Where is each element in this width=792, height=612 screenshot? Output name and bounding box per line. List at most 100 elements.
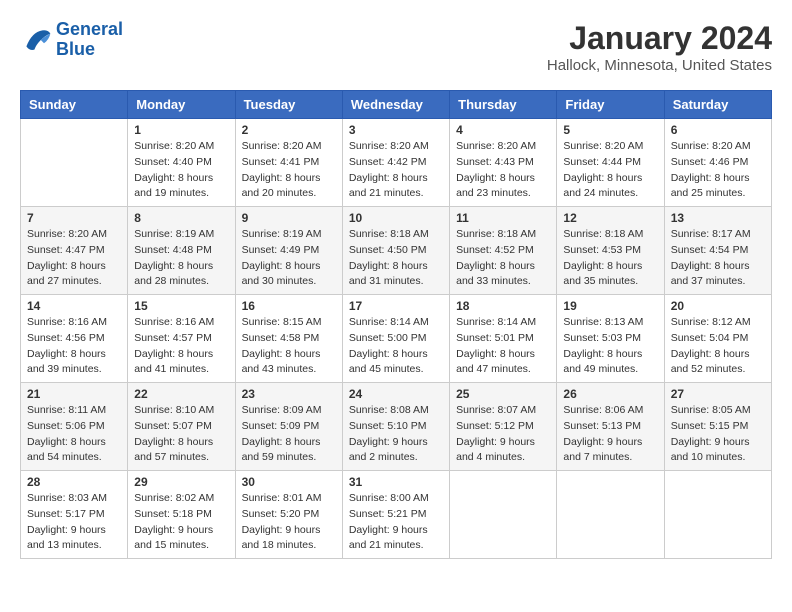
day-number: 9 xyxy=(242,211,336,225)
weekday-header-wednesday: Wednesday xyxy=(342,91,449,119)
calendar-cell: 11 Sunrise: 8:18 AMSunset: 4:52 PMDayligh… xyxy=(450,207,557,295)
day-number: 4 xyxy=(456,123,550,137)
weekday-header-monday: Monday xyxy=(128,91,235,119)
day-number: 26 xyxy=(563,387,657,401)
calendar-cell xyxy=(450,471,557,559)
calendar-cell: 14 Sunrise: 8:16 AMSunset: 4:56 PMDayligh… xyxy=(21,295,128,383)
day-number: 6 xyxy=(671,123,765,137)
weekday-header-sunday: Sunday xyxy=(21,91,128,119)
day-number: 25 xyxy=(456,387,550,401)
day-info: Sunrise: 8:02 AMSunset: 5:18 PMDaylight:… xyxy=(134,491,228,554)
calendar-cell: 12Sunrise: 8:18 AMSunset: 4:53 PMDayligh… xyxy=(557,207,664,295)
logo-icon xyxy=(20,24,52,56)
calendar-cell: 1Sunrise: 8:20 AMSunset: 4:40 PMDaylight… xyxy=(128,119,235,207)
day-info: Sunrise: 8:19 AMSunset: 4:49 PMDaylight:… xyxy=(242,227,336,290)
calendar-cell: 8 Sunrise: 8:19 AMSunset: 4:48 PMDaylight… xyxy=(128,207,235,295)
day-number: 30 xyxy=(242,475,336,489)
day-info: Sunrise: 8:15 AMSunset: 4:58 PMDaylight:… xyxy=(242,315,336,378)
day-number: 10 xyxy=(349,211,443,225)
calendar-cell: 16 Sunrise: 8:15 AMSunset: 4:58 PMDayligh… xyxy=(235,295,342,383)
calendar-cell: 5 Sunrise: 8:20 AMSunset: 4:44 PMDaylight… xyxy=(557,119,664,207)
calendar-table: SundayMondayTuesdayWednesdayThursdayFrid… xyxy=(20,90,772,559)
calendar-cell: 17 Sunrise: 8:14 AMSunset: 5:00 PMDayligh… xyxy=(342,295,449,383)
calendar-cell: 2 Sunrise: 8:20 AMSunset: 4:41 PMDaylight… xyxy=(235,119,342,207)
day-number: 22 xyxy=(134,387,228,401)
day-info: Sunrise: 8:16 AMSunset: 4:57 PMDaylight:… xyxy=(134,315,228,378)
calendar-cell: 22 Sunrise: 8:10 AMSunset: 5:07 PMDayligh… xyxy=(128,383,235,471)
calendar-cell: 3Sunrise: 8:20 AMSunset: 4:42 PMDaylight… xyxy=(342,119,449,207)
month-title: January 2024 xyxy=(547,20,772,57)
weekday-header-friday: Friday xyxy=(557,91,664,119)
calendar-cell: 28Sunrise: 8:03 AMSunset: 5:17 PMDayligh… xyxy=(21,471,128,559)
day-info: Sunrise: 8:09 AMSunset: 5:09 PMDaylight:… xyxy=(242,403,336,466)
day-info: Sunrise: 8:18 AMSunset: 4:53 PMDaylight:… xyxy=(563,227,657,290)
day-number: 3 xyxy=(349,123,443,137)
calendar-cell: 15 Sunrise: 8:16 AMSunset: 4:57 PMDayligh… xyxy=(128,295,235,383)
day-info: Sunrise: 8:20 AMSunset: 4:44 PMDaylight:… xyxy=(563,139,657,202)
weekday-header-saturday: Saturday xyxy=(664,91,771,119)
day-number: 15 xyxy=(134,299,228,313)
day-number: 20 xyxy=(671,299,765,313)
day-info: Sunrise: 8:18 AMSunset: 4:50 PMDaylight:… xyxy=(349,227,443,290)
day-info: Sunrise: 8:14 AMSunset: 5:01 PMDaylight:… xyxy=(456,315,550,378)
day-number: 17 xyxy=(349,299,443,313)
location-title: Hallock, Minnesota, United States xyxy=(547,57,772,74)
calendar-cell: 4 Sunrise: 8:20 AMSunset: 4:43 PMDaylight… xyxy=(450,119,557,207)
day-info: Sunrise: 8:20 AMSunset: 4:40 PMDaylight:… xyxy=(134,139,228,202)
calendar-cell: 25 Sunrise: 8:07 AMSunset: 5:12 PMDayligh… xyxy=(450,383,557,471)
calendar-cell: 6Sunrise: 8:20 AMSunset: 4:46 PMDaylight… xyxy=(664,119,771,207)
day-info: Sunrise: 8:14 AMSunset: 5:00 PMDaylight:… xyxy=(349,315,443,378)
day-number: 11 xyxy=(456,211,550,225)
day-info: Sunrise: 8:00 AMSunset: 5:21 PMDaylight:… xyxy=(349,491,443,554)
calendar-cell xyxy=(21,119,128,207)
calendar-cell: 13 Sunrise: 8:17 AMSunset: 4:54 PMDayligh… xyxy=(664,207,771,295)
day-number: 23 xyxy=(242,387,336,401)
calendar-cell: 18 Sunrise: 8:14 AMSunset: 5:01 PMDayligh… xyxy=(450,295,557,383)
calendar-week-4: 21Sunrise: 8:11 AMSunset: 5:06 PMDayligh… xyxy=(21,383,772,471)
calendar-cell: 31 Sunrise: 8:00 AMSunset: 5:21 PMDayligh… xyxy=(342,471,449,559)
logo-text: General Blue xyxy=(56,20,123,60)
day-number: 16 xyxy=(242,299,336,313)
calendar-cell: 20Sunrise: 8:12 AMSunset: 5:04 PMDayligh… xyxy=(664,295,771,383)
weekday-header-tuesday: Tuesday xyxy=(235,91,342,119)
page-header: General Blue January 2024 Hallock, Minne… xyxy=(20,20,772,74)
day-info: Sunrise: 8:20 AMSunset: 4:43 PMDaylight:… xyxy=(456,139,550,202)
day-number: 31 xyxy=(349,475,443,489)
day-number: 5 xyxy=(563,123,657,137)
calendar-cell: 24 Sunrise: 8:08 AMSunset: 5:10 PMDayligh… xyxy=(342,383,449,471)
day-info: Sunrise: 8:05 AMSunset: 5:15 PMDaylight:… xyxy=(671,403,765,466)
day-info: Sunrise: 8:18 AMSunset: 4:52 PMDaylight:… xyxy=(456,227,550,290)
day-info: Sunrise: 8:17 AMSunset: 4:54 PMDaylight:… xyxy=(671,227,765,290)
calendar-cell: 7Sunrise: 8:20 AMSunset: 4:47 PMDaylight… xyxy=(21,207,128,295)
calendar-cell: 30 Sunrise: 8:01 AMSunset: 5:20 PMDayligh… xyxy=(235,471,342,559)
day-info: Sunrise: 8:10 AMSunset: 5:07 PMDaylight:… xyxy=(134,403,228,466)
day-number: 13 xyxy=(671,211,765,225)
day-info: Sunrise: 8:19 AMSunset: 4:48 PMDaylight:… xyxy=(134,227,228,290)
day-info: Sunrise: 8:20 AMSunset: 4:41 PMDaylight:… xyxy=(242,139,336,202)
day-number: 7 xyxy=(27,211,121,225)
calendar-week-1: 1Sunrise: 8:20 AMSunset: 4:40 PMDaylight… xyxy=(21,119,772,207)
calendar-cell: 26Sunrise: 8:06 AMSunset: 5:13 PMDayligh… xyxy=(557,383,664,471)
title-block: January 2024 Hallock, Minnesota, United … xyxy=(547,20,772,74)
day-number: 14 xyxy=(27,299,121,313)
calendar-week-2: 7Sunrise: 8:20 AMSunset: 4:47 PMDaylight… xyxy=(21,207,772,295)
day-number: 2 xyxy=(242,123,336,137)
day-number: 18 xyxy=(456,299,550,313)
calendar-cell: 21Sunrise: 8:11 AMSunset: 5:06 PMDayligh… xyxy=(21,383,128,471)
calendar-cell: 10 Sunrise: 8:18 AMSunset: 4:50 PMDayligh… xyxy=(342,207,449,295)
calendar-week-5: 28Sunrise: 8:03 AMSunset: 5:17 PMDayligh… xyxy=(21,471,772,559)
calendar-cell: 27 Sunrise: 8:05 AMSunset: 5:15 PMDayligh… xyxy=(664,383,771,471)
day-info: Sunrise: 8:07 AMSunset: 5:12 PMDaylight:… xyxy=(456,403,550,466)
calendar-cell xyxy=(557,471,664,559)
calendar-cell xyxy=(664,471,771,559)
day-info: Sunrise: 8:01 AMSunset: 5:20 PMDaylight:… xyxy=(242,491,336,554)
day-info: Sunrise: 8:13 AMSunset: 5:03 PMDaylight:… xyxy=(563,315,657,378)
day-info: Sunrise: 8:08 AMSunset: 5:10 PMDaylight:… xyxy=(349,403,443,466)
day-number: 24 xyxy=(349,387,443,401)
weekday-header-thursday: Thursday xyxy=(450,91,557,119)
day-number: 8 xyxy=(134,211,228,225)
day-number: 27 xyxy=(671,387,765,401)
calendar-cell: 29Sunrise: 8:02 AMSunset: 5:18 PMDayligh… xyxy=(128,471,235,559)
day-info: Sunrise: 8:16 AMSunset: 4:56 PMDaylight:… xyxy=(27,315,121,378)
calendar-week-3: 14 Sunrise: 8:16 AMSunset: 4:56 PMDayligh… xyxy=(21,295,772,383)
